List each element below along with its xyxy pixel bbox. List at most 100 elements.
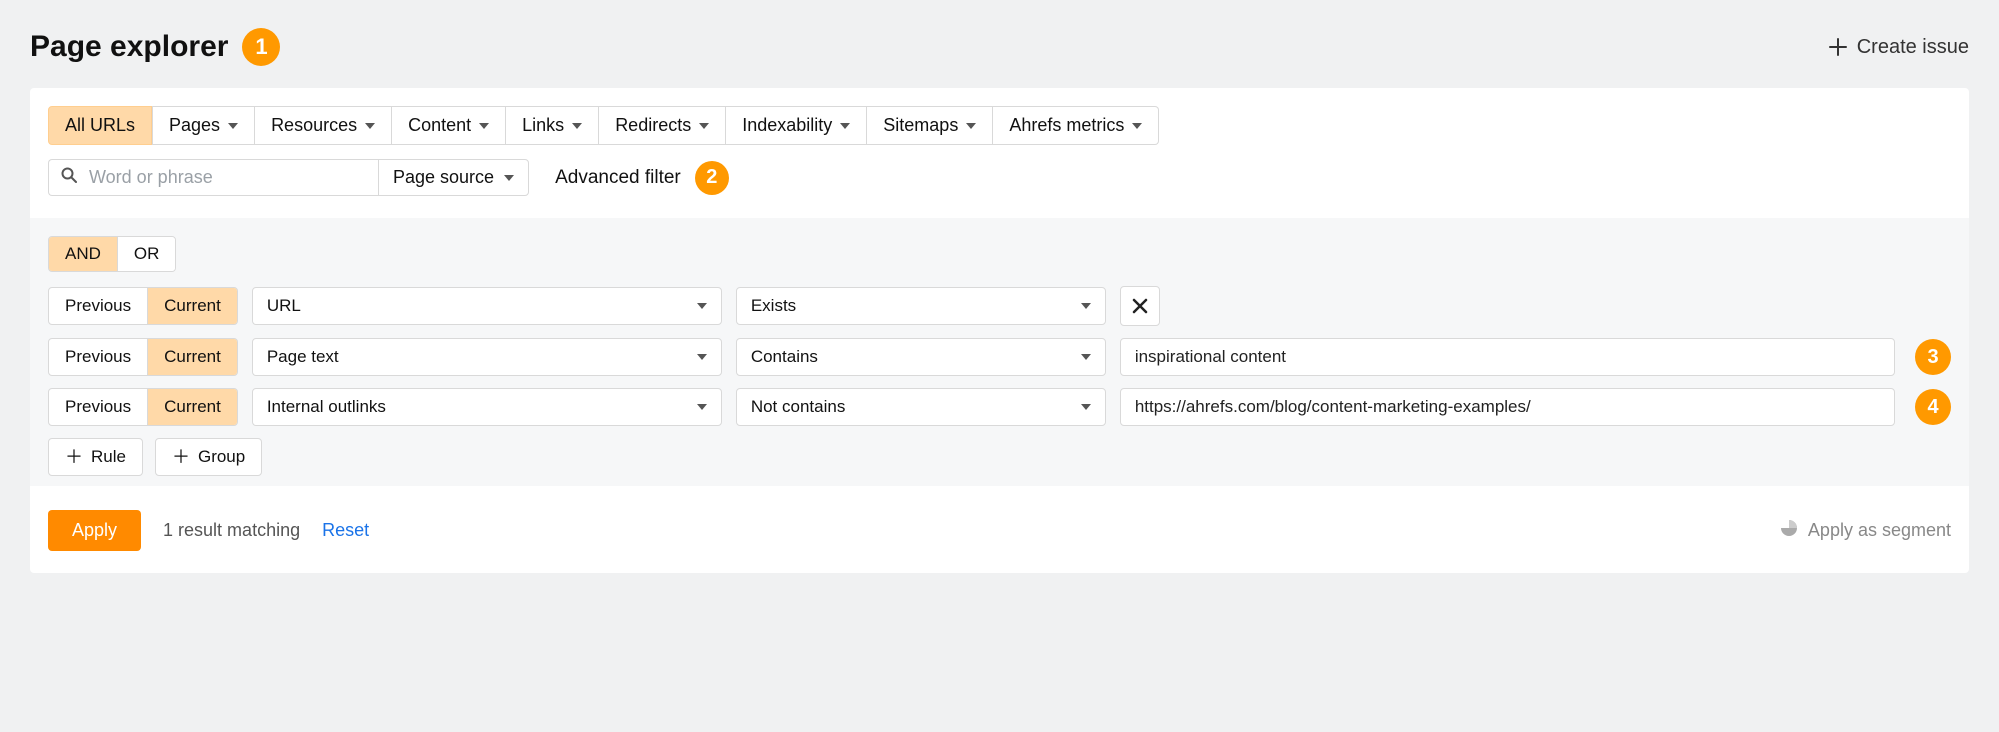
rule-badge: 3 <box>1915 339 1951 375</box>
rule-badge: 4 <box>1915 389 1951 425</box>
search-icon <box>61 167 77 188</box>
caret-down-icon <box>1081 354 1091 360</box>
reset-link[interactable]: Reset <box>322 520 369 541</box>
apply-segment-button[interactable]: Apply as segment <box>1780 519 1951 542</box>
add-rule-label: Rule <box>91 447 126 467</box>
bool-and[interactable]: AND <box>49 237 117 271</box>
filter-builder: AND OR PreviousCurrentURLExistsPreviousC… <box>30 218 1969 486</box>
operator-select[interactable]: Exists <box>736 287 1106 325</box>
tab-label: All URLs <box>65 115 135 136</box>
caret-down-icon <box>479 123 489 129</box>
prev-current-toggle: PreviousCurrent <box>48 338 238 376</box>
operator-label: Exists <box>751 296 796 316</box>
footer-left: Apply 1 result matching Reset <box>48 510 369 551</box>
header-row: Page explorer 1 Create issue <box>30 28 1969 66</box>
caret-down-icon <box>697 404 707 410</box>
plus-icon: ＋ <box>65 448 83 466</box>
prev-current-toggle: PreviousCurrent <box>48 287 238 325</box>
add-row: ＋ Rule ＋ Group <box>48 438 1951 476</box>
current-option[interactable]: Current <box>147 288 237 324</box>
tab-label: Ahrefs metrics <box>1009 115 1124 136</box>
advanced-filter-badge: 2 <box>695 161 729 195</box>
tab-label: Pages <box>169 115 220 136</box>
tab-label: Resources <box>271 115 357 136</box>
tab-indexability[interactable]: Indexability <box>726 106 867 145</box>
bool-or[interactable]: OR <box>117 237 176 271</box>
field-label: Internal outlinks <box>267 397 386 417</box>
bool-toggle: AND OR <box>48 236 176 272</box>
tab-label: Links <box>522 115 564 136</box>
advanced-filter-button[interactable]: Advanced filter 2 <box>555 161 729 195</box>
operator-label: Not contains <box>751 397 846 417</box>
caret-down-icon <box>1081 404 1091 410</box>
create-issue-label: Create issue <box>1857 36 1969 59</box>
tab-pages[interactable]: Pages <box>152 106 255 145</box>
tab-all-urls[interactable]: All URLs <box>48 106 152 145</box>
caret-down-icon <box>228 123 238 129</box>
delete-rule-button[interactable] <box>1120 286 1160 326</box>
caret-down-icon <box>697 354 707 360</box>
field-label: Page text <box>267 347 339 367</box>
rules-container: PreviousCurrentURLExistsPreviousCurrentP… <box>48 286 1951 426</box>
page-source-select[interactable]: Page source <box>378 159 529 196</box>
rule-row: PreviousCurrent URL Exists <box>48 286 1951 326</box>
prev-current-toggle: PreviousCurrent <box>48 388 238 426</box>
page-source-label: Page source <box>393 167 494 188</box>
title-badge: 1 <box>242 28 280 66</box>
apply-segment-label: Apply as segment <box>1808 520 1951 541</box>
plus-icon: ＋ <box>172 448 190 466</box>
footer-row: Apply 1 result matching Reset Apply as s… <box>30 486 1969 551</box>
field-select[interactable]: Internal outlinks <box>252 388 722 426</box>
title-wrap: Page explorer 1 <box>30 28 280 66</box>
tab-content[interactable]: Content <box>392 106 506 145</box>
caret-down-icon <box>840 123 850 129</box>
field-select[interactable]: URL <box>252 287 722 325</box>
caret-down-icon <box>699 123 709 129</box>
operator-select[interactable]: Contains <box>736 338 1106 376</box>
rule-row: PreviousCurrent Internal outlinks Not cont… <box>48 388 1951 426</box>
search-row: Page source Advanced filter 2 <box>30 145 1969 196</box>
tab-label: Content <box>408 115 471 136</box>
plus-icon <box>1829 38 1847 56</box>
value-input[interactable] <box>1120 338 1895 376</box>
result-count: 1 result matching <box>163 520 300 541</box>
tab-resources[interactable]: Resources <box>255 106 392 145</box>
previous-option[interactable]: Previous <box>49 288 147 324</box>
caret-down-icon <box>966 123 976 129</box>
value-input[interactable] <box>1120 388 1895 426</box>
tab-label: Redirects <box>615 115 691 136</box>
pie-icon <box>1780 519 1798 542</box>
caret-down-icon <box>365 123 375 129</box>
search-input[interactable] <box>87 166 366 189</box>
caret-down-icon <box>1081 303 1091 309</box>
caret-down-icon <box>572 123 582 129</box>
tab-links[interactable]: Links <box>506 106 599 145</box>
add-group-label: Group <box>198 447 245 467</box>
add-group-button[interactable]: ＋ Group <box>155 438 262 476</box>
caret-down-icon <box>1132 123 1142 129</box>
tab-sitemaps[interactable]: Sitemaps <box>867 106 993 145</box>
field-label: URL <box>267 296 301 316</box>
caret-down-icon <box>504 175 514 181</box>
tab-redirects[interactable]: Redirects <box>599 106 726 145</box>
search-box[interactable] <box>48 159 378 196</box>
apply-button[interactable]: Apply <box>48 510 141 551</box>
previous-option[interactable]: Previous <box>49 389 147 425</box>
close-icon <box>1132 298 1148 314</box>
add-rule-button[interactable]: ＋ Rule <box>48 438 143 476</box>
tab-label: Indexability <box>742 115 832 136</box>
tabs-row: All URLs Pages Resources Content Links Redire… <box>30 106 1969 145</box>
operator-label: Contains <box>751 347 818 367</box>
current-option[interactable]: Current <box>147 389 237 425</box>
advanced-filter-label: Advanced filter <box>555 167 681 189</box>
page-title: Page explorer <box>30 30 228 64</box>
current-option[interactable]: Current <box>147 339 237 375</box>
main-panel: All URLs Pages Resources Content Links Redire… <box>30 88 1969 573</box>
previous-option[interactable]: Previous <box>49 339 147 375</box>
caret-down-icon <box>697 303 707 309</box>
create-issue-button[interactable]: Create issue <box>1829 36 1969 59</box>
tab-ahrefs-metrics[interactable]: Ahrefs metrics <box>993 106 1159 145</box>
field-select[interactable]: Page text <box>252 338 722 376</box>
operator-select[interactable]: Not contains <box>736 388 1106 426</box>
rule-row: PreviousCurrent Page text Contains 3 <box>48 338 1951 376</box>
